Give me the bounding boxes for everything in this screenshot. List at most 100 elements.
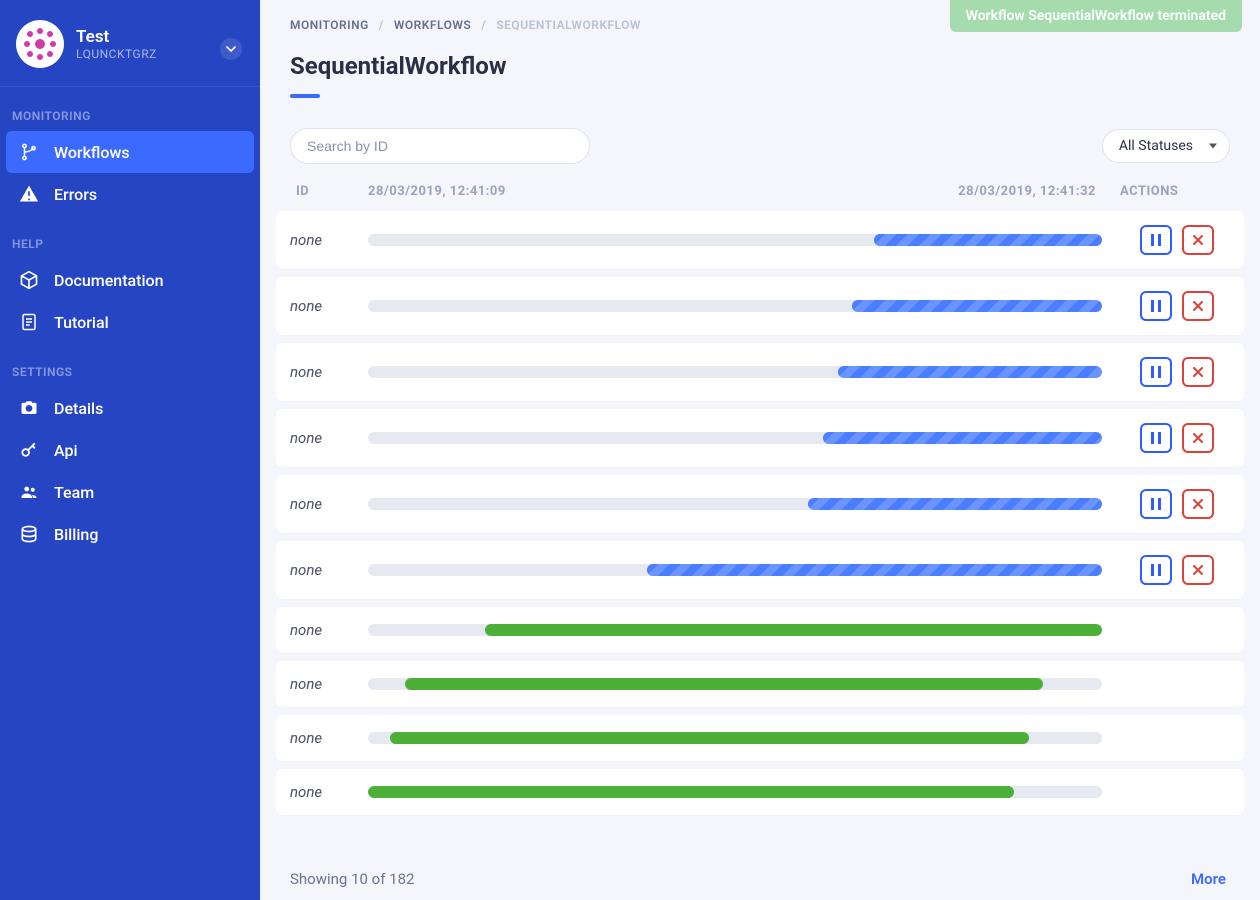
row-id: none	[290, 495, 350, 513]
close-icon	[1193, 301, 1203, 311]
timeline-bar	[368, 732, 1102, 744]
sidebar-item-details[interactable]: Details	[6, 387, 254, 429]
sidebar-item-tutorial[interactable]: Tutorial	[6, 301, 254, 343]
branch-icon	[18, 141, 40, 163]
workflow-row[interactable]: none	[276, 661, 1244, 707]
row-actions	[1120, 489, 1230, 519]
workflow-row[interactable]: none	[276, 607, 1244, 653]
terminate-button[interactable]	[1182, 225, 1214, 255]
workflow-row[interactable]: none	[276, 715, 1244, 761]
row-actions	[1120, 357, 1230, 387]
workflow-rows: none none none none none none none none none none	[260, 211, 1260, 815]
timeline-bar	[368, 786, 1102, 798]
terminate-button[interactable]	[1182, 423, 1214, 453]
org-switcher[interactable]: Test LQUNCKTGRZ	[0, 10, 260, 87]
pause-button[interactable]	[1140, 357, 1172, 387]
status-filter[interactable]: All Statuses	[1102, 129, 1230, 163]
completed-segment	[390, 732, 1029, 744]
col-actions: ACTIONS	[1120, 184, 1230, 199]
running-segment	[852, 300, 1102, 312]
row-actions	[1120, 555, 1230, 585]
sidebar-item-billing[interactable]: Billing	[6, 513, 254, 555]
org-avatar	[16, 20, 64, 68]
timeline-bar	[368, 564, 1102, 576]
timeline-bar	[368, 234, 1102, 246]
row-actions	[1120, 225, 1230, 255]
chevron-down-icon[interactable]	[220, 38, 242, 60]
pause-button[interactable]	[1140, 423, 1172, 453]
timeline-bar	[368, 624, 1102, 636]
caret-down-icon	[1209, 144, 1217, 149]
close-icon	[1193, 433, 1203, 443]
row-actions	[1120, 423, 1230, 453]
org-code: LQUNCKTGRZ	[76, 47, 157, 61]
pause-icon	[1151, 366, 1161, 378]
workflow-row[interactable]: none	[276, 541, 1244, 599]
pause-button[interactable]	[1140, 225, 1172, 255]
document-icon	[18, 311, 40, 333]
sidebar-item-documentation[interactable]: Documentation	[6, 259, 254, 301]
workflow-row[interactable]: none	[276, 343, 1244, 401]
terminate-button[interactable]	[1182, 291, 1214, 321]
search-input[interactable]	[290, 128, 590, 164]
pause-icon	[1151, 498, 1161, 510]
row-id: none	[290, 561, 350, 579]
sidebar-item-team[interactable]: Team	[6, 471, 254, 513]
timeline-bar	[368, 498, 1102, 510]
row-id: none	[290, 729, 350, 747]
timeline-bar	[368, 432, 1102, 444]
terminate-button[interactable]	[1182, 555, 1214, 585]
workflow-row[interactable]: none	[276, 769, 1244, 815]
row-id: none	[290, 363, 350, 381]
running-segment	[838, 366, 1102, 378]
box-icon	[18, 269, 40, 291]
timeline-bar	[368, 678, 1102, 690]
breadcrumb-sep: /	[481, 18, 486, 32]
warning-icon	[18, 183, 40, 205]
sidebar-item-label: Documentation	[54, 271, 164, 290]
coins-icon	[18, 523, 40, 545]
terminate-button[interactable]	[1182, 357, 1214, 387]
workflow-row[interactable]: none	[276, 277, 1244, 335]
camera-icon	[18, 397, 40, 419]
section-help: HELP	[0, 215, 260, 259]
key-icon	[18, 439, 40, 461]
sidebar-item-api[interactable]: Api	[6, 429, 254, 471]
breadcrumb-current: SEQUENTIALWORKFLOW	[496, 18, 641, 32]
close-icon	[1193, 499, 1203, 509]
timeline-bar	[368, 300, 1102, 312]
breadcrumb-workflows[interactable]: WORKFLOWS	[394, 18, 471, 32]
row-actions	[1120, 291, 1230, 321]
status-filter-label: All Statuses	[1119, 138, 1193, 154]
more-link[interactable]: More	[1191, 870, 1226, 888]
section-monitoring: MONITORING	[0, 87, 260, 131]
sidebar-item-errors[interactable]: Errors	[6, 173, 254, 215]
breadcrumb-sep: /	[379, 18, 384, 32]
row-id: none	[290, 675, 350, 693]
row-id: none	[290, 297, 350, 315]
pause-icon	[1151, 432, 1161, 444]
row-id: none	[290, 621, 350, 639]
team-icon	[18, 481, 40, 503]
sidebar-item-label: Workflows	[54, 143, 130, 162]
workflow-row[interactable]: none	[276, 211, 1244, 269]
sidebar-item-label: Errors	[54, 185, 97, 204]
pause-button[interactable]	[1140, 291, 1172, 321]
workflow-row[interactable]: none	[276, 409, 1244, 467]
workflow-row[interactable]: none	[276, 475, 1244, 533]
sidebar-item-workflows[interactable]: Workflows	[6, 131, 254, 173]
avatar-pattern-icon	[20, 24, 60, 64]
breadcrumb-monitoring[interactable]: MONITORING	[290, 18, 369, 32]
pause-button[interactable]	[1140, 555, 1172, 585]
col-end-time: 28/03/2019, 12:41:32	[920, 184, 1120, 199]
showing-count: Showing 10 of 182	[290, 870, 414, 888]
completed-segment	[368, 786, 1014, 798]
terminate-button[interactable]	[1182, 489, 1214, 519]
pause-icon	[1151, 234, 1161, 246]
main-content: Workflow SequentialWorkflow terminated M…	[260, 0, 1260, 900]
sidebar-item-label: Api	[54, 441, 78, 460]
org-name: Test	[76, 27, 157, 47]
pause-button[interactable]	[1140, 489, 1172, 519]
completed-segment	[405, 678, 1044, 690]
timeline-bar	[368, 366, 1102, 378]
